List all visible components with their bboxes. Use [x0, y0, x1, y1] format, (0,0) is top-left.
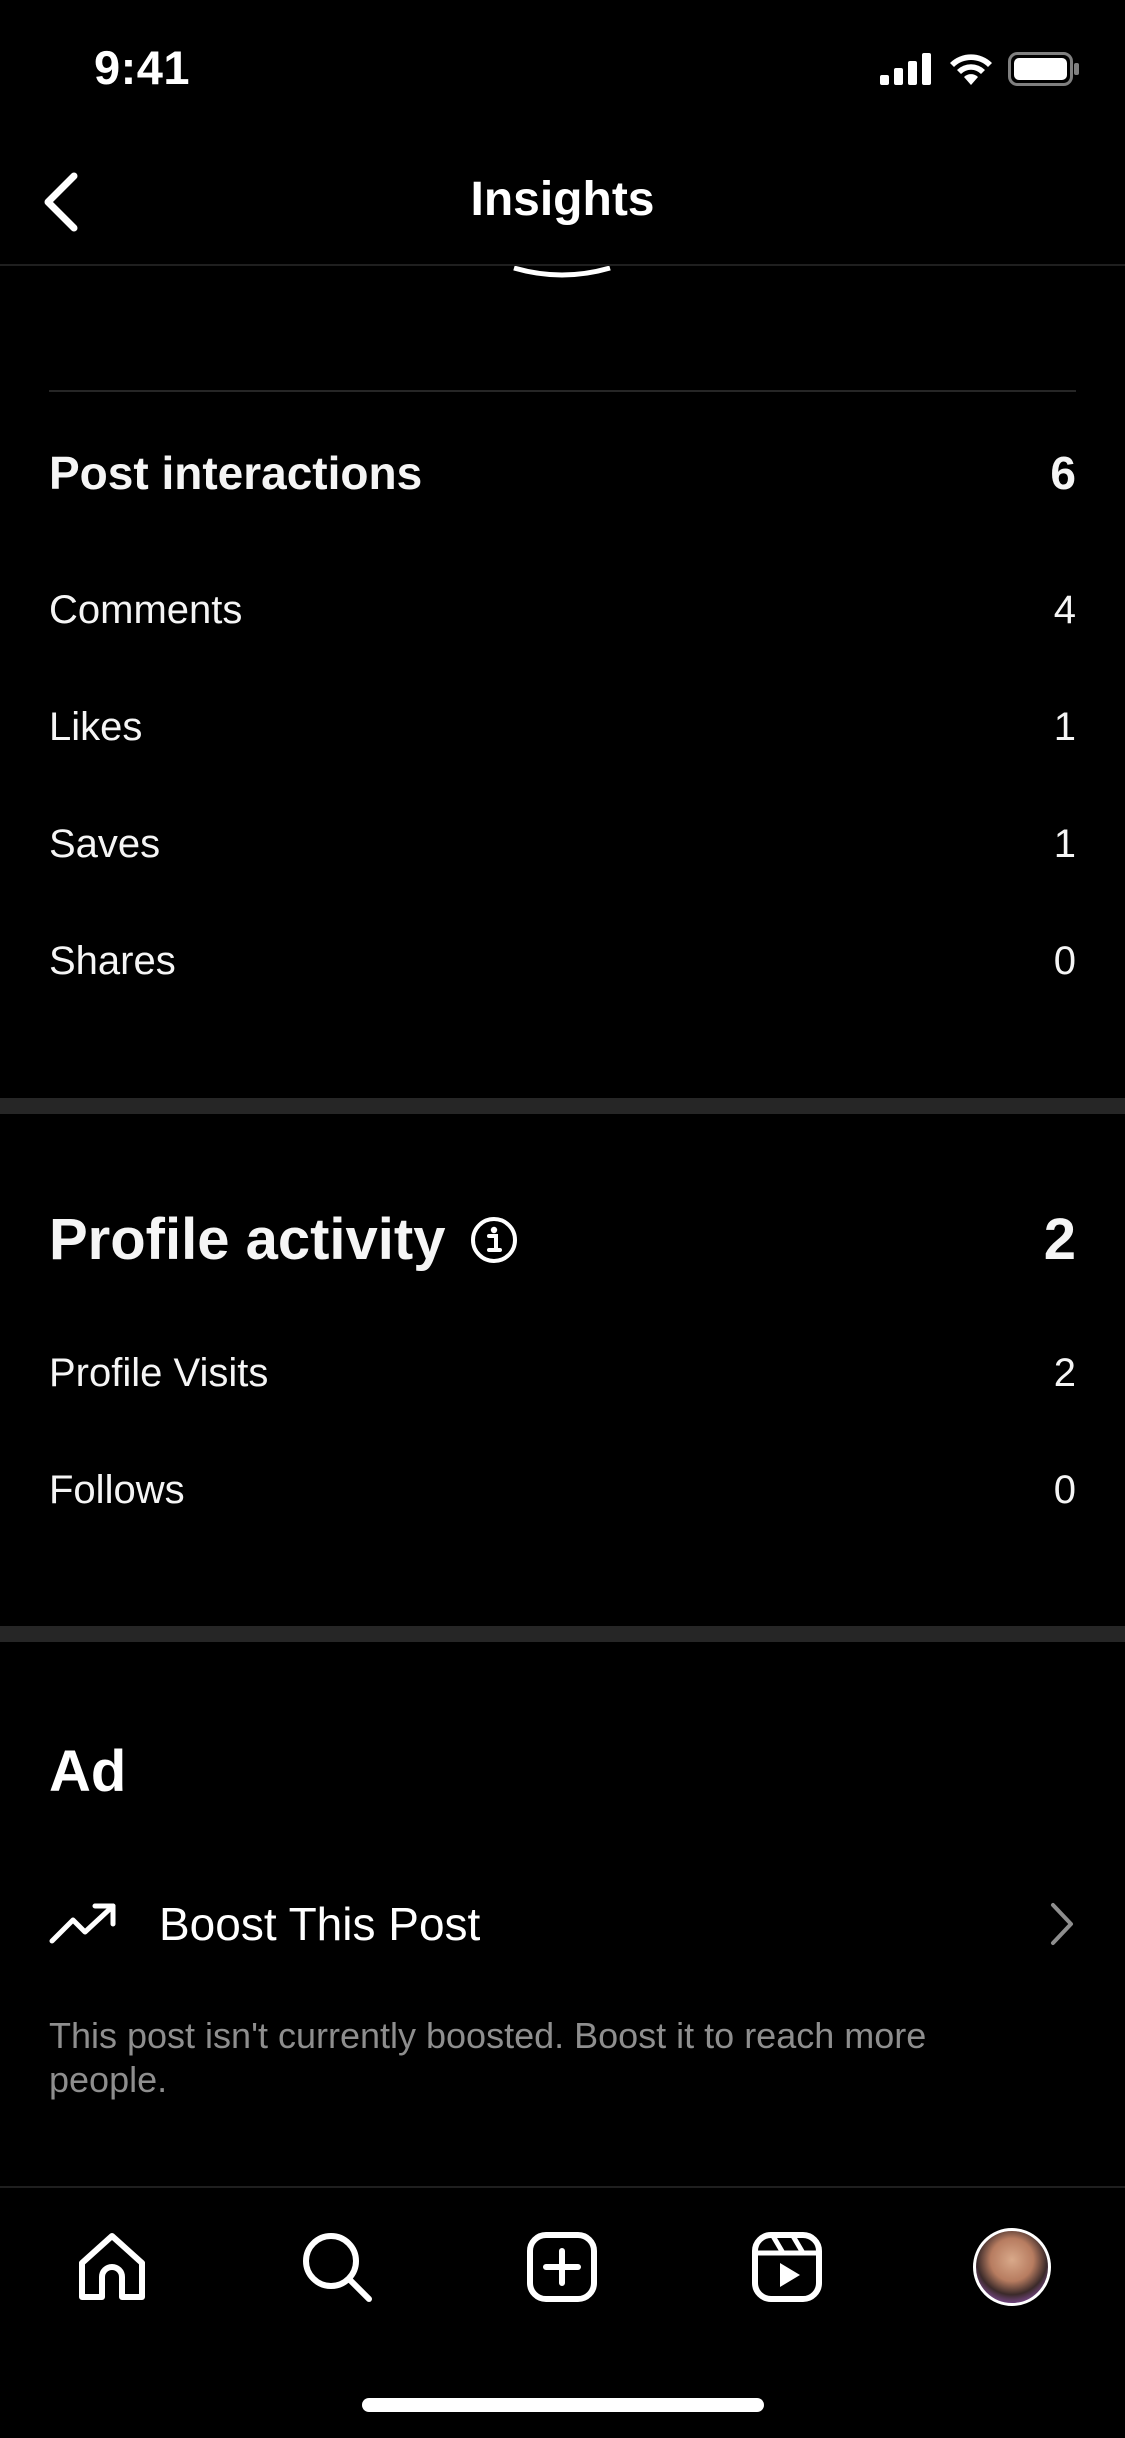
create-post-icon	[527, 2232, 597, 2302]
cellular-signal-icon	[880, 53, 931, 85]
section-title: Post interactions	[49, 447, 423, 499]
metric-row-profile-visits: Profile Visits 2	[49, 1351, 1076, 1396]
metric-label: Follows	[49, 1468, 185, 1512]
home-icon	[79, 2233, 145, 2300]
metric-value: 1	[1053, 705, 1076, 749]
metric-label: Likes	[49, 705, 143, 749]
metric-row-likes: Likes 1	[49, 705, 1076, 750]
partial-chart-arc	[513, 266, 611, 278]
metric-row-saves: Saves 1	[49, 822, 1076, 867]
search-icon	[303, 2233, 372, 2302]
trending-up-icon	[49, 1903, 116, 1944]
chevron-right-icon	[1051, 1903, 1073, 1945]
info-icon[interactable]	[469, 1215, 519, 1265]
metric-value: 2	[1053, 1351, 1076, 1395]
metric-value: 0	[1053, 939, 1076, 983]
metric-row-shares: Shares 0	[49, 939, 1076, 984]
home-indicator	[362, 2398, 764, 2412]
section-title: Profile activity	[49, 1207, 446, 1272]
metric-label: Saves	[49, 822, 161, 866]
divider	[49, 390, 1076, 392]
metric-row-comments: Comments 4	[49, 588, 1076, 633]
metric-value: 1	[1053, 822, 1076, 866]
metric-label: Profile Visits	[49, 1351, 269, 1395]
tab-create[interactable]	[517, 2222, 607, 2312]
section-total: 2	[1043, 1207, 1076, 1272]
metric-label: Comments	[49, 588, 243, 632]
status-time: 9:41	[94, 41, 191, 94]
wifi-icon	[950, 54, 992, 85]
status-icons	[880, 52, 1080, 86]
tab-search[interactable]	[292, 2222, 382, 2312]
section-total: 6	[1050, 447, 1076, 499]
tab-profile[interactable]	[967, 2222, 1057, 2312]
navigation-bar: Insights	[0, 140, 1125, 266]
metric-value: 4	[1053, 588, 1076, 632]
post-interactions-header: Post interactions 6	[49, 446, 1076, 500]
ad-section-title: Ad	[49, 1739, 127, 1804]
tab-reels[interactable]	[742, 2222, 832, 2312]
section-divider	[0, 1098, 1125, 1114]
metric-value: 0	[1053, 1468, 1076, 1512]
boost-description: This post isn't currently boosted. Boost…	[49, 2015, 927, 2100]
metric-label: Shares	[49, 939, 176, 983]
profile-activity-header: Profile activity 2	[49, 1206, 1076, 1273]
avatar	[973, 2228, 1051, 2306]
battery-icon	[1008, 52, 1079, 86]
insights-content[interactable]: Post interactions 6 Comments 4 Likes 1 S…	[0, 266, 1125, 2186]
metric-row-follows: Follows 0	[49, 1468, 1076, 1513]
page-title: Insights	[470, 173, 655, 226]
tab-home[interactable]	[67, 2222, 157, 2312]
reels-icon	[752, 2232, 822, 2302]
status-bar: 9:41	[0, 0, 1125, 140]
section-divider	[0, 1626, 1125, 1642]
boost-post-label: Boost This Post	[159, 1898, 481, 1950]
boost-post-button[interactable]: Boost This Post	[49, 1874, 1076, 1974]
